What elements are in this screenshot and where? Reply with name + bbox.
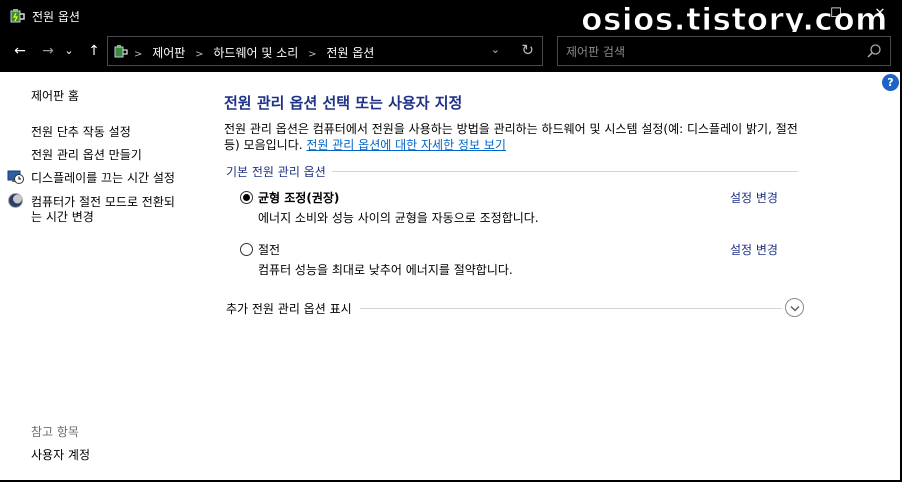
plan-balanced-description: 에너지 소비와 성능 사이의 균형을 자동으로 조정합니다. — [258, 211, 539, 225]
breadcrumb-separator-icon: > — [195, 49, 204, 60]
plan-power-saver-radio[interactable] — [240, 243, 253, 256]
address-dropdown-button[interactable]: ⌄ — [491, 43, 500, 56]
maximize-button[interactable]: ☐ — [826, 4, 846, 24]
content-area: 제어판 홈 전원 단추 작동 설정 전원 관리 옵션 만들기 디스플레이를 끄는… — [0, 72, 900, 480]
page-title: 전원 관리 옵션 선택 또는 사용자 지정 — [224, 94, 463, 112]
forward-button[interactable]: → — [37, 40, 59, 62]
refresh-button[interactable]: ↻ — [521, 41, 534, 59]
sidebar-display-off-time[interactable]: 디스플레이를 끄는 시간 설정 — [31, 169, 175, 186]
breadcrumb: > 제어판 > 하드웨어 및 소리 > 전원 옵션 — [134, 44, 374, 61]
plan-balanced-name[interactable]: 균형 조정(권장) — [258, 189, 339, 206]
sidebar-user-accounts[interactable]: 사용자 계정 — [31, 446, 90, 463]
breadcrumb-control-panel[interactable]: 제어판 — [152, 46, 185, 60]
show-more-plans-label[interactable]: 추가 전원 관리 옵션 표시 — [226, 300, 360, 317]
see-also-heading: 참고 항목 — [31, 425, 79, 439]
window-title: 전원 옵션 — [32, 10, 80, 24]
control-panel-icon — [114, 45, 128, 58]
more-info-link[interactable]: 전원 관리 옵션에 대한 자세한 정보 보기 — [306, 138, 506, 152]
close-button[interactable]: ✕ — [870, 4, 890, 24]
sidebar-control-panel-home[interactable]: 제어판 홈 — [31, 87, 79, 104]
moon-icon — [8, 193, 23, 208]
sidebar-sleep-time-line2[interactable]: 는 시간 변경 — [31, 208, 94, 225]
expand-more-plans-button[interactable] — [785, 298, 804, 317]
display-clock-icon — [7, 170, 24, 184]
sidebar-power-button-settings[interactable]: 전원 단추 작동 설정 — [31, 123, 131, 140]
up-button[interactable]: ↑ — [83, 40, 105, 62]
help-button[interactable]: ? — [882, 74, 899, 91]
plan-balanced-change-settings[interactable]: 설정 변경 — [730, 189, 778, 206]
plan-power-saver-change-settings[interactable]: 설정 변경 — [730, 241, 778, 258]
plan-balanced-radio[interactable] — [240, 191, 253, 204]
breadcrumb-separator-icon: > — [308, 49, 317, 60]
page-description: 전원 관리 옵션은 컴퓨터에서 전원을 사용하는 방법을 관리하는 하드웨어 및… — [224, 121, 809, 153]
navigation-bar: ← → ⌄ ↑ > 제어판 > 하드웨어 및 소리 > 전원 옵션 ⌄ ↻ — [0, 32, 902, 72]
sidebar-create-power-plan[interactable]: 전원 관리 옵션 만들기 — [31, 146, 142, 163]
address-bar[interactable]: > 제어판 > 하드웨어 및 소리 > 전원 옵션 ⌄ ↻ — [107, 36, 543, 66]
recent-locations-button[interactable]: ⌄ — [62, 40, 76, 62]
plan-power-saver-description: 컴퓨터 성능을 최대로 낮추어 에너지를 절약합니다. — [258, 263, 513, 277]
plan-power-saver-name[interactable]: 절전 — [258, 241, 280, 258]
back-button[interactable]: ← — [9, 40, 31, 62]
breadcrumb-separator-icon: > — [134, 49, 143, 60]
chevron-down-icon — [790, 306, 800, 312]
search-icon[interactable] — [866, 43, 882, 59]
title-bar: 전원 옵션 osios.tistory.com ☐ ✕ — [0, 0, 902, 39]
breadcrumb-hardware-sound[interactable]: 하드웨어 및 소리 — [213, 46, 298, 60]
plan-group-label: 기본 전원 관리 옵션 — [226, 163, 332, 180]
breadcrumb-power-options[interactable]: 전원 옵션 — [326, 46, 374, 60]
power-options-icon — [10, 9, 25, 23]
sidebar: 제어판 홈 전원 단추 작동 설정 전원 관리 옵션 만들기 디스플레이를 끄는… — [0, 72, 210, 480]
control-panel-window: 전원 옵션 osios.tistory.com ☐ ✕ ← → ⌄ ↑ > 제어… — [0, 0, 902, 482]
search-box[interactable] — [557, 36, 891, 66]
search-input[interactable] — [566, 43, 846, 61]
